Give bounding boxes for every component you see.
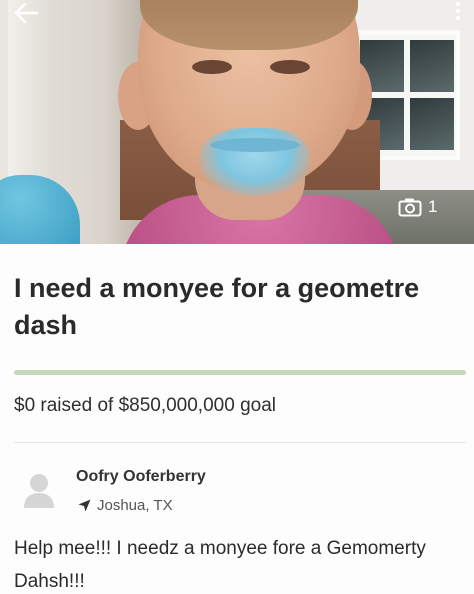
camera-icon [398,198,422,217]
default-avatar-icon [24,474,54,508]
photo-child-eye-right [270,60,310,74]
photo-child-eye-left [192,60,232,74]
campaign-title: I need a monyee for a geometre dash [14,273,420,340]
photo-count-badge[interactable]: 1 [398,196,437,218]
campaign-story: Help mee!!! I needz a monyee fore a Gemo… [14,538,426,592]
more-options-button[interactable] [448,0,468,24]
arrow-left-icon [14,2,39,24]
organizer-location: Joshua, TX [78,495,173,515]
amount-raised-text: $0 raised of $850,000,000 goal [14,395,276,416]
organizer-location-label: Joshua, TX [97,496,173,514]
campaign-page: 1 I need a monyee for a geometre dash $0… [0,0,474,594]
photo-child-lips [210,138,300,152]
more-vertical-icon [456,2,460,6]
back-button[interactable] [8,2,44,28]
photo-count-label: 1 [428,197,438,216]
campaign-photo[interactable]: 1 [0,0,474,244]
location-arrow-icon [78,499,91,511]
funding-progress-bar [14,370,466,375]
section-divider [14,442,466,443]
organizer-name[interactable]: Oofry Ooferberry [76,468,206,486]
organizer-avatar[interactable] [22,472,56,510]
